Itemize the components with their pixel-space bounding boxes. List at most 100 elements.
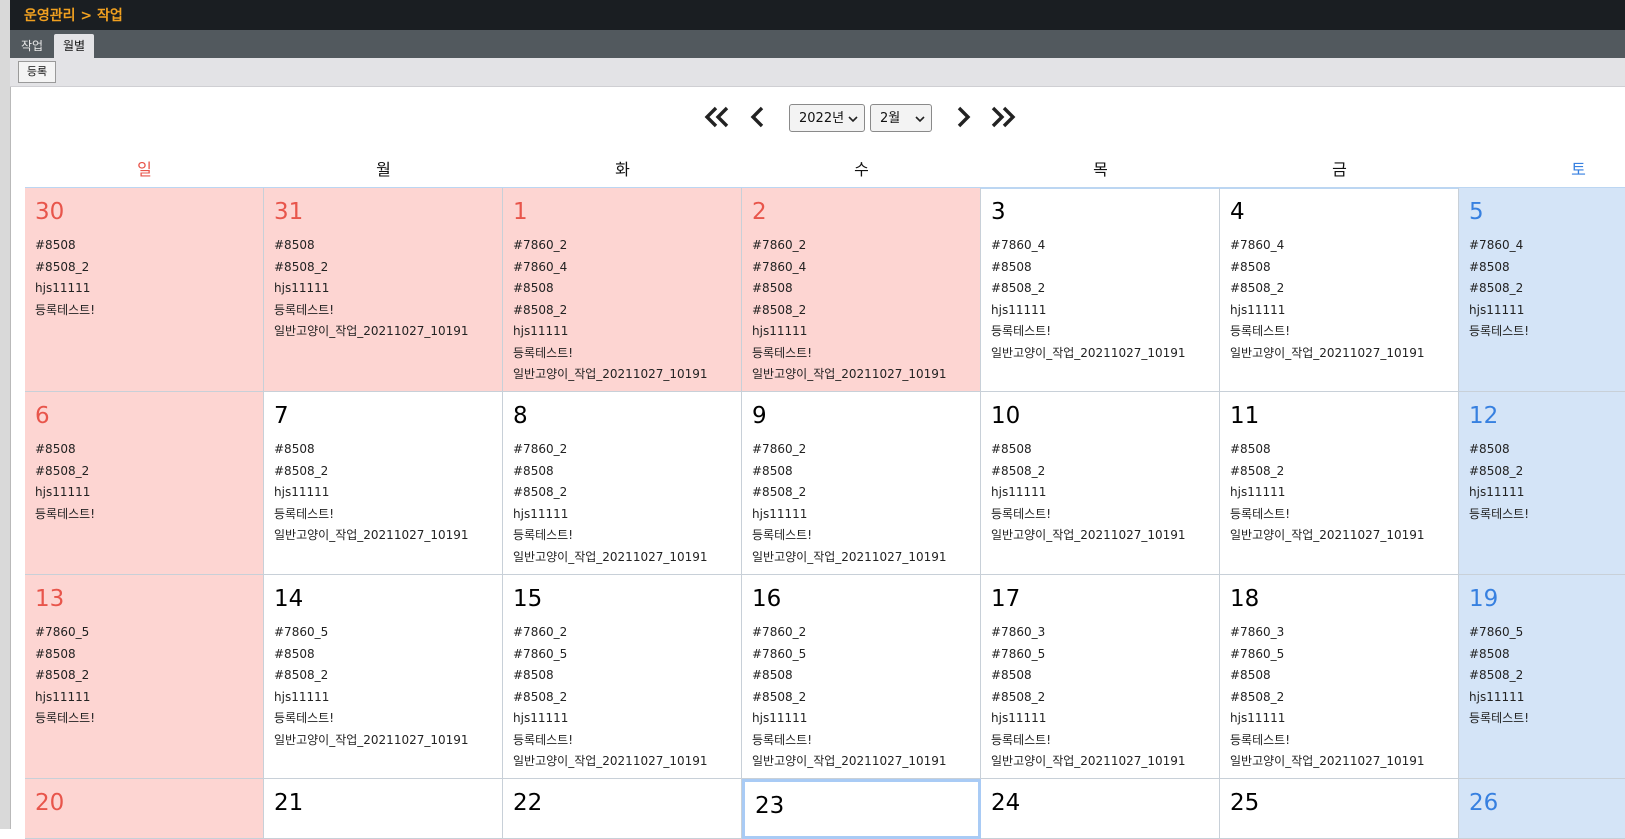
task-item[interactable]: #7860_5 <box>1469 622 1529 644</box>
task-item[interactable]: #8508_2 <box>35 461 95 483</box>
task-item[interactable]: hjs11111 <box>752 708 947 730</box>
task-item[interactable]: #8508_2 <box>991 461 1186 483</box>
calendar-day-cell[interactable]: 23 <box>742 779 981 839</box>
task-item[interactable]: #8508 <box>274 235 469 257</box>
task-item[interactable]: 일반고양이_작업_20211027_10191 <box>991 343 1186 365</box>
task-item[interactable]: #8508 <box>274 644 469 666</box>
task-item[interactable]: #7860_3 <box>1230 622 1425 644</box>
register-button[interactable]: 등록 <box>18 61 56 83</box>
task-item[interactable]: #8508_2 <box>1230 687 1425 709</box>
calendar-day-cell[interactable]: 10 #8508 #8508_2 hjs11111 등록테스트! 일반고양이_작업_202… <box>981 392 1220 575</box>
task-item[interactable]: #8508 <box>991 439 1186 461</box>
task-item[interactable]: hjs11111 <box>991 300 1186 322</box>
task-item[interactable]: #8508 <box>752 665 947 687</box>
calendar-day-cell[interactable]: 17 #7860_3 #7860_5 #8508 #8508_2 hjs11111 등록테스… <box>981 575 1220 779</box>
task-item[interactable]: 일반고양이_작업_20211027_10191 <box>274 525 469 547</box>
task-item[interactable]: #8508_2 <box>1469 461 1529 483</box>
task-item[interactable]: #8508 <box>991 665 1186 687</box>
task-item[interactable]: #8508_2 <box>1230 461 1425 483</box>
next-year-icon[interactable] <box>984 100 1018 134</box>
task-item[interactable]: #7860_5 <box>35 622 95 644</box>
task-item[interactable]: 일반고양이_작업_20211027_10191 <box>513 751 708 773</box>
month-select[interactable]: 2월 <box>870 104 932 132</box>
task-item[interactable]: 등록테스트! <box>513 525 708 547</box>
task-item[interactable]: 일반고양이_작업_20211027_10191 <box>752 364 947 386</box>
task-item[interactable]: #7860_2 <box>513 622 708 644</box>
task-item[interactable]: #7860_2 <box>752 439 947 461</box>
task-item[interactable]: 등록테스트! <box>274 708 469 730</box>
task-item[interactable]: hjs11111 <box>1230 300 1425 322</box>
task-item[interactable]: #8508_2 <box>513 482 708 504</box>
task-item[interactable]: #8508 <box>35 235 95 257</box>
task-item[interactable]: #8508_2 <box>274 461 469 483</box>
task-item[interactable]: #8508 <box>1230 439 1425 461</box>
task-item[interactable]: 일반고양이_작업_20211027_10191 <box>991 751 1186 773</box>
task-item[interactable]: #7860_4 <box>513 257 708 279</box>
prev-month-icon[interactable] <box>742 100 776 134</box>
calendar-day-cell[interactable]: 12 #8508 #8508_2 hjs11111 등록테스트! <box>1459 392 1625 575</box>
calendar-day-cell[interactable]: 18 #7860_3 #7860_5 #8508 #8508_2 hjs11111 등록테스… <box>1220 575 1459 779</box>
task-item[interactable]: hjs11111 <box>35 482 95 504</box>
task-item[interactable]: 일반고양이_작업_20211027_10191 <box>752 547 947 569</box>
task-item[interactable]: #8508_2 <box>1230 278 1425 300</box>
task-item[interactable]: #8508 <box>1230 257 1425 279</box>
task-item[interactable]: 등록테스트! <box>35 504 95 526</box>
task-item[interactable]: hjs11111 <box>274 482 469 504</box>
task-item[interactable]: hjs11111 <box>35 278 95 300</box>
task-item[interactable]: hjs11111 <box>274 687 469 709</box>
task-item[interactable]: hjs11111 <box>1469 482 1529 504</box>
task-item[interactable]: #8508_2 <box>35 665 95 687</box>
task-item[interactable]: 등록테스트! <box>991 504 1186 526</box>
task-item[interactable]: #7860_5 <box>1230 644 1425 666</box>
task-item[interactable]: 등록테스트! <box>1469 321 1529 343</box>
calendar-day-cell[interactable]: 22 <box>503 779 742 839</box>
task-item[interactable]: hjs11111 <box>1469 300 1529 322</box>
task-item[interactable]: #8508_2 <box>1469 665 1529 687</box>
task-item[interactable]: 일반고양이_작업_20211027_10191 <box>513 364 708 386</box>
task-item[interactable]: #7860_4 <box>752 257 947 279</box>
task-item[interactable]: 등록테스트! <box>513 730 708 752</box>
calendar-day-cell[interactable]: 15 #7860_2 #7860_5 #8508 #8508_2 hjs11111 등록테스… <box>503 575 742 779</box>
task-item[interactable]: 등록테스트! <box>752 525 947 547</box>
tab-task[interactable]: 작업 <box>14 34 50 58</box>
task-item[interactable]: #8508 <box>1469 439 1529 461</box>
calendar-day-cell[interactable]: 7 #8508 #8508_2 hjs11111 등록테스트! 일반고양이_작업_2021… <box>264 392 503 575</box>
task-item[interactable]: hjs11111 <box>1230 708 1425 730</box>
task-item[interactable]: #8508 <box>752 461 947 483</box>
calendar-day-cell[interactable]: 4 #7860_4 #8508 #8508_2 hjs11111 등록테스트! 일반고양이_… <box>1220 188 1459 392</box>
task-item[interactable]: 등록테스트! <box>991 730 1186 752</box>
task-item[interactable]: 등록테스트! <box>35 708 95 730</box>
task-item[interactable]: hjs11111 <box>1230 482 1425 504</box>
task-item[interactable]: 등록테스트! <box>752 730 947 752</box>
task-item[interactable]: #8508 <box>752 278 947 300</box>
calendar-day-cell[interactable]: 11 #8508 #8508_2 hjs11111 등록테스트! 일반고양이_작업_202… <box>1220 392 1459 575</box>
task-item[interactable]: #8508_2 <box>752 687 947 709</box>
calendar-day-cell[interactable]: 14 #7860_5 #8508 #8508_2 hjs11111 등록테스트! 일반고양이… <box>264 575 503 779</box>
task-item[interactable]: #8508_2 <box>35 257 95 279</box>
task-item[interactable]: #8508 <box>991 257 1186 279</box>
task-item[interactable]: #7860_4 <box>991 235 1186 257</box>
task-item[interactable]: #7860_5 <box>274 622 469 644</box>
task-item[interactable]: hjs11111 <box>513 321 708 343</box>
task-item[interactable]: #7860_2 <box>752 622 947 644</box>
calendar-day-cell[interactable]: 21 <box>264 779 503 839</box>
task-item[interactable]: 일반고양이_작업_20211027_10191 <box>274 321 469 343</box>
task-item[interactable]: #7860_5 <box>513 644 708 666</box>
calendar-day-cell[interactable]: 1 #7860_2 #7860_4 #8508 #8508_2 hjs11111 등록테스트… <box>503 188 742 392</box>
task-item[interactable]: #7860_4 <box>1469 235 1529 257</box>
task-item[interactable]: #8508_2 <box>752 300 947 322</box>
task-item[interactable]: 일반고양이_작업_20211027_10191 <box>1230 751 1425 773</box>
task-item[interactable]: hjs11111 <box>1469 687 1529 709</box>
task-item[interactable]: #8508_2 <box>752 482 947 504</box>
task-item[interactable]: 등록테스트! <box>1469 504 1529 526</box>
task-item[interactable]: #7860_4 <box>1230 235 1425 257</box>
year-select[interactable]: 2022년 <box>789 104 865 132</box>
task-item[interactable]: #8508 <box>35 644 95 666</box>
task-item[interactable]: 일반고양이_작업_20211027_10191 <box>752 751 947 773</box>
task-item[interactable]: hjs11111 <box>513 708 708 730</box>
calendar-day-cell[interactable]: 26 <box>1459 779 1625 839</box>
calendar-day-cell[interactable]: 19 #7860_5 #8508 #8508_2 hjs11111 등록테스트! <box>1459 575 1625 779</box>
task-item[interactable]: 등록테스트! <box>274 300 469 322</box>
task-item[interactable]: 등록테스트! <box>1469 708 1529 730</box>
calendar-day-cell[interactable]: 25 <box>1220 779 1459 839</box>
